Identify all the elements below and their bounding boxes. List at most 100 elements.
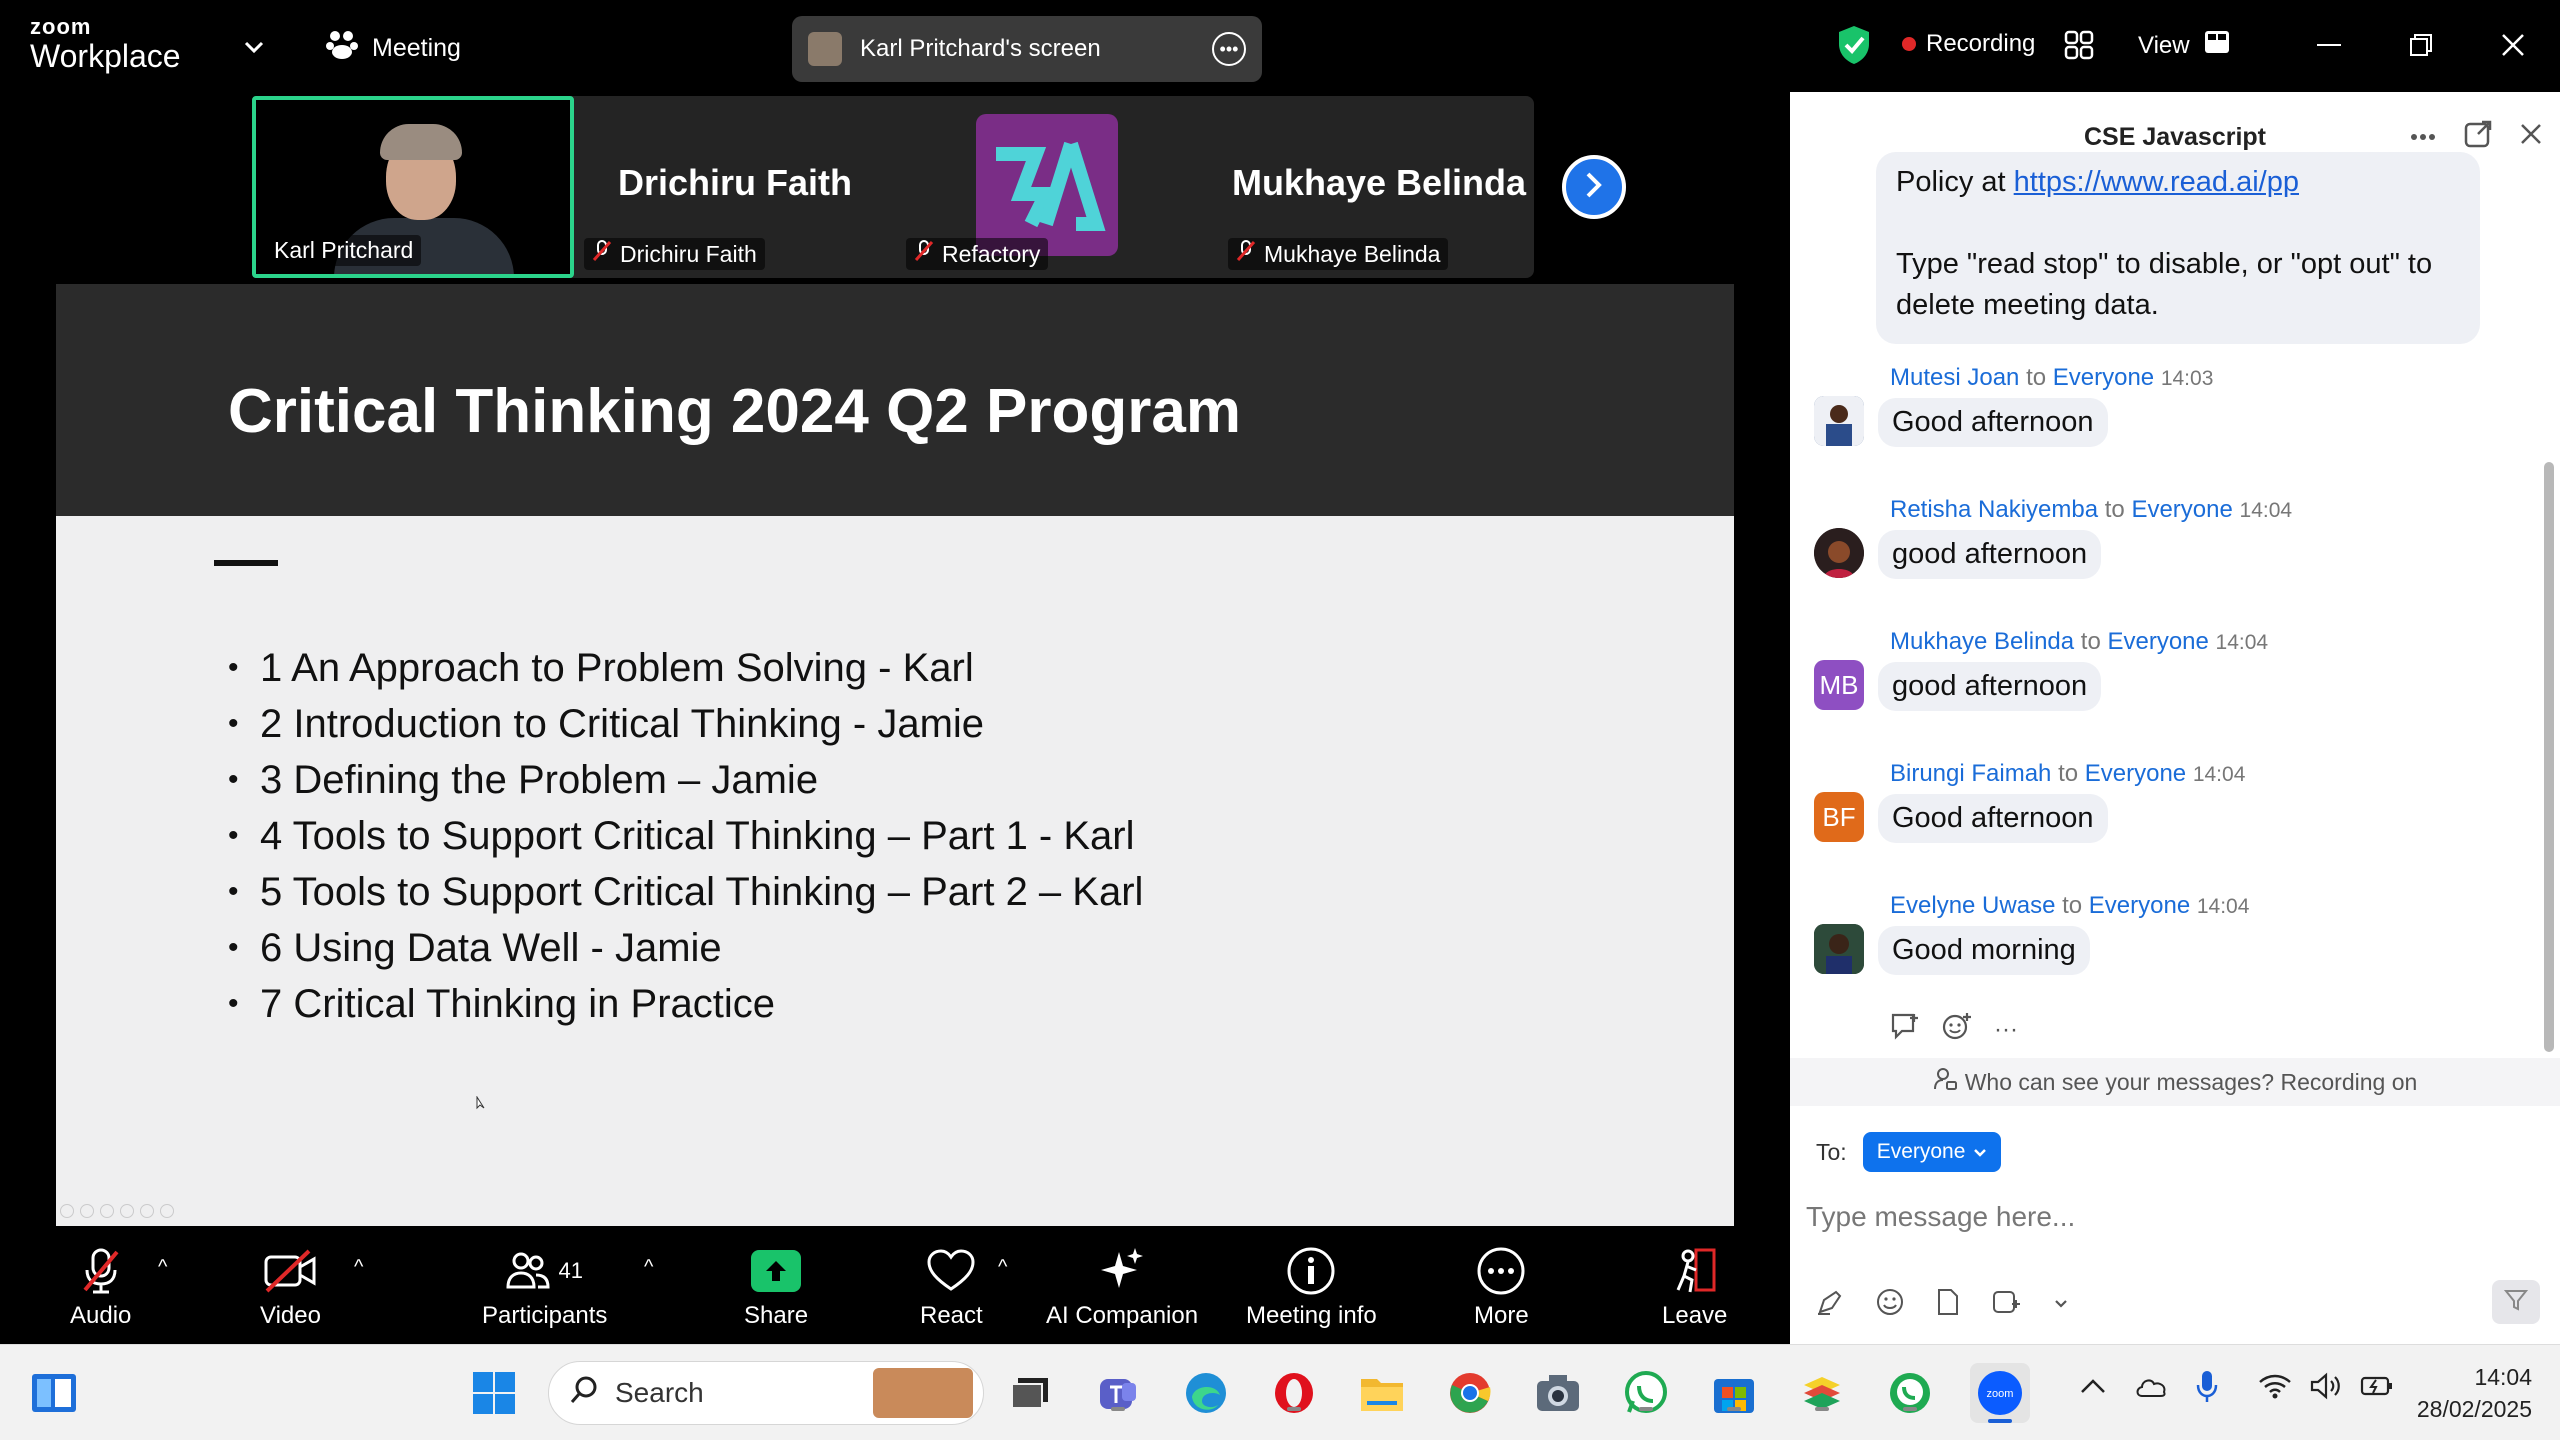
microphone-icon[interactable]: [2196, 1369, 2218, 1408]
chrome-icon[interactable]: [1446, 1369, 1494, 1417]
react-button[interactable]: React: [920, 1246, 983, 1330]
encryption-shield-icon[interactable]: [1836, 24, 1872, 71]
file-explorer-icon[interactable]: [1358, 1369, 1406, 1417]
slide-control-icon[interactable]: [120, 1204, 134, 1218]
message-input[interactable]: [1806, 1192, 2526, 1242]
video-tile-mukhaye-belinda[interactable]: Mukhaye Belinda Mukhaye Belinda: [1218, 96, 1540, 278]
avatar[interactable]: BF: [1814, 792, 1864, 842]
meeting-info-button[interactable]: Meeting info: [1246, 1246, 1377, 1330]
video-tile-drichiru-faith[interactable]: Drichiru Faith Drichiru Faith: [574, 96, 896, 278]
refactory-logo: [976, 114, 1118, 256]
meeting-button[interactable]: Meeting: [326, 30, 461, 67]
chevron-down-icon[interactable]: [244, 34, 264, 60]
microsoft-store-icon[interactable]: [1710, 1369, 1758, 1417]
participants-button[interactable]: 41 Participants: [482, 1246, 607, 1330]
teams-icon[interactable]: [1094, 1369, 1142, 1417]
format-text-icon[interactable]: [1816, 1288, 1844, 1321]
volume-icon[interactable]: [2310, 1372, 2344, 1405]
widgets-icon[interactable]: [30, 1369, 78, 1417]
react-options-caret[interactable]: ^: [998, 1256, 1007, 1279]
share-button[interactable]: Share: [744, 1246, 808, 1330]
video-tile-refactory[interactable]: Refactory: [896, 96, 1218, 278]
video-tile-karl-pritchard[interactable]: Karl Pritchard: [252, 96, 574, 278]
leave-button[interactable]: Leave: [1662, 1246, 1727, 1330]
message-sender[interactable]: Evelyne Uwase: [1890, 892, 2055, 919]
start-windows-icon[interactable]: [470, 1369, 518, 1417]
edge-icon[interactable]: [1182, 1369, 1230, 1417]
close-window-icon[interactable]: [2490, 22, 2536, 68]
audio-button[interactable]: Audio: [70, 1246, 131, 1330]
composer-tools: [1816, 1288, 2068, 1321]
avatar[interactable]: [1814, 396, 1864, 446]
gallery-grid-icon[interactable]: [2064, 30, 2094, 65]
recording-indicator[interactable]: Recording: [1902, 30, 2035, 58]
opera-icon[interactable]: [1270, 1369, 1318, 1417]
message-bubble[interactable]: Good morning: [1878, 926, 2090, 975]
share-icon-wrap: [751, 1246, 802, 1296]
ai-companion-button[interactable]: AI Companion: [1046, 1246, 1198, 1330]
chevron-right-icon: [1583, 171, 1605, 204]
message-bubble[interactable]: Good afternoon: [1878, 794, 2108, 843]
message-sender[interactable]: Mutesi Joan: [1890, 364, 2019, 391]
avatar[interactable]: [1814, 528, 1864, 578]
more-button[interactable]: More: [1474, 1246, 1529, 1330]
video-button[interactable]: Video: [260, 1246, 321, 1330]
emoji-icon[interactable]: [1876, 1288, 1904, 1321]
policy-link[interactable]: https://www.read.ai/pp: [2014, 166, 2299, 198]
share-icon: [751, 1250, 802, 1292]
message-sender[interactable]: Retisha Nakiyemba: [1890, 496, 2098, 523]
windows-taskbar: Search zoom 14:04 28/02/2025: [0, 1344, 2560, 1440]
screenshot-icon[interactable]: [1992, 1288, 2022, 1321]
minimize-icon[interactable]: [2306, 22, 2352, 68]
message-bubble[interactable]: Good afternoon: [1878, 398, 2108, 447]
message-bubble[interactable]: good afternoon: [1878, 530, 2102, 579]
whatsapp-business-icon[interactable]: [1886, 1369, 1934, 1417]
message-sender[interactable]: Birungi Faimah: [1890, 760, 2051, 787]
chevron-down-icon[interactable]: [2054, 1296, 2068, 1314]
more-actions-icon[interactable]: ···: [1994, 1016, 2018, 1044]
slide-control-icon[interactable]: [100, 1204, 114, 1218]
avatar[interactable]: [1814, 924, 1864, 974]
system-message-text: Type "read stop" to disable, or "opt out…: [1896, 248, 2433, 321]
participants-options-caret[interactable]: ^: [644, 1256, 653, 1279]
audio-options-caret[interactable]: ^: [158, 1256, 167, 1279]
battery-charging-icon[interactable]: [2360, 1374, 2394, 1403]
pop-out-icon[interactable]: [2464, 120, 2492, 153]
file-icon[interactable]: [1936, 1288, 1960, 1321]
task-view-icon[interactable]: [1006, 1369, 1054, 1417]
zoom-taskbar-icon[interactable]: zoom: [1970, 1363, 2030, 1423]
slide-control-icon[interactable]: [160, 1204, 174, 1218]
bluestacks-icon[interactable]: [1798, 1369, 1846, 1417]
message-meta: Evelyne Uwase to Everyone 14:04: [1890, 892, 2249, 920]
message-recipient: Everyone: [2131, 496, 2233, 523]
taskbar-clock[interactable]: 14:04 28/02/2025: [2396, 1361, 2532, 1425]
camera-icon[interactable]: [1534, 1369, 1582, 1417]
slideshow-controls[interactable]: [60, 1204, 174, 1218]
onedrive-cloud-icon[interactable]: [2134, 1374, 2168, 1403]
chevron-up-icon[interactable]: [2080, 1378, 2106, 1399]
slide-control-icon[interactable]: [80, 1204, 94, 1218]
reply-icon[interactable]: [1890, 1012, 1920, 1047]
more-options-icon[interactable]: [2410, 128, 2436, 146]
wifi-icon[interactable]: [2258, 1373, 2292, 1404]
avatar[interactable]: MB: [1814, 660, 1864, 710]
slide-control-icon[interactable]: [140, 1204, 154, 1218]
send-button[interactable]: [2492, 1280, 2540, 1324]
whatsapp-icon[interactable]: [1622, 1369, 1670, 1417]
next-participants-button[interactable]: [1562, 155, 1626, 219]
view-button[interactable]: View: [2138, 30, 2230, 61]
add-reaction-icon[interactable]: [1942, 1012, 1972, 1047]
restore-icon[interactable]: [2398, 22, 2444, 68]
recipient-select[interactable]: Everyone: [1862, 1132, 2002, 1172]
taskbar-search-box[interactable]: Search: [548, 1361, 984, 1425]
brand-top: zoom: [30, 14, 92, 39]
slide-control-icon[interactable]: [60, 1204, 74, 1218]
more-options-icon[interactable]: •••: [1212, 32, 1246, 66]
screen-share-indicator[interactable]: Karl Pritchard's screen •••: [792, 16, 1262, 82]
chat-scrollbar[interactable]: [2544, 462, 2554, 1052]
message-sender[interactable]: Mukhaye Belinda: [1890, 628, 2074, 655]
privacy-notice[interactable]: Who can see your messages? Recording on: [1790, 1058, 2560, 1106]
message-bubble[interactable]: good afternoon: [1878, 662, 2102, 711]
video-options-caret[interactable]: ^: [354, 1256, 363, 1279]
close-icon[interactable]: [2520, 123, 2542, 150]
